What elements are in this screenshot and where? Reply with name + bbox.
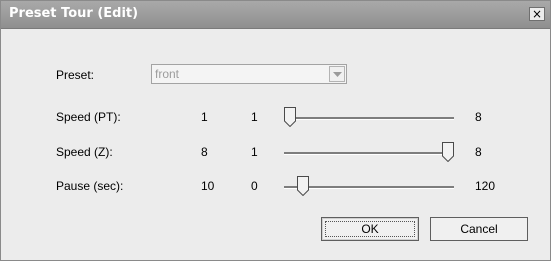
speed-z-label: Speed (Z): xyxy=(56,145,113,159)
speed-pt-value: 1 xyxy=(201,110,208,124)
speed-pt-slider-track[interactable] xyxy=(284,117,454,120)
pause-slider-thumb[interactable] xyxy=(297,176,310,196)
speed-z-slider-track[interactable] xyxy=(284,152,454,155)
preset-label: Preset: xyxy=(56,68,95,82)
close-button[interactable]: × xyxy=(529,7,545,21)
speed-pt-label: Speed (PT): xyxy=(56,110,121,124)
title-bar: Preset Tour (Edit) × xyxy=(1,1,550,29)
speed-pt-min: 1 xyxy=(251,110,258,124)
cancel-button[interactable]: Cancel xyxy=(430,217,528,241)
speed-z-max: 8 xyxy=(475,145,482,159)
speed-pt-slider-thumb[interactable] xyxy=(284,107,296,127)
pause-max: 120 xyxy=(475,179,496,193)
preset-select[interactable]: front xyxy=(151,64,347,84)
window-title: Preset Tour (Edit) xyxy=(9,6,139,21)
pause-min: 0 xyxy=(251,179,258,193)
speed-pt-max: 8 xyxy=(475,110,482,124)
pause-value: 10 xyxy=(201,179,215,193)
close-icon: × xyxy=(531,7,543,21)
pause-slider-track[interactable] xyxy=(284,186,454,189)
speed-z-value: 8 xyxy=(201,145,208,159)
chevron-down-icon[interactable] xyxy=(329,66,345,82)
preset-tour-dialog: Preset Tour (Edit) × Preset: front Speed… xyxy=(0,0,551,261)
focus-ring xyxy=(325,221,415,237)
cancel-label: Cancel xyxy=(460,222,498,236)
pause-label: Pause (sec): xyxy=(56,179,124,193)
ok-button[interactable]: OK xyxy=(321,217,419,241)
speed-z-min: 1 xyxy=(251,145,258,159)
speed-z-slider-thumb[interactable] xyxy=(442,142,454,162)
preset-value: front xyxy=(155,67,180,81)
